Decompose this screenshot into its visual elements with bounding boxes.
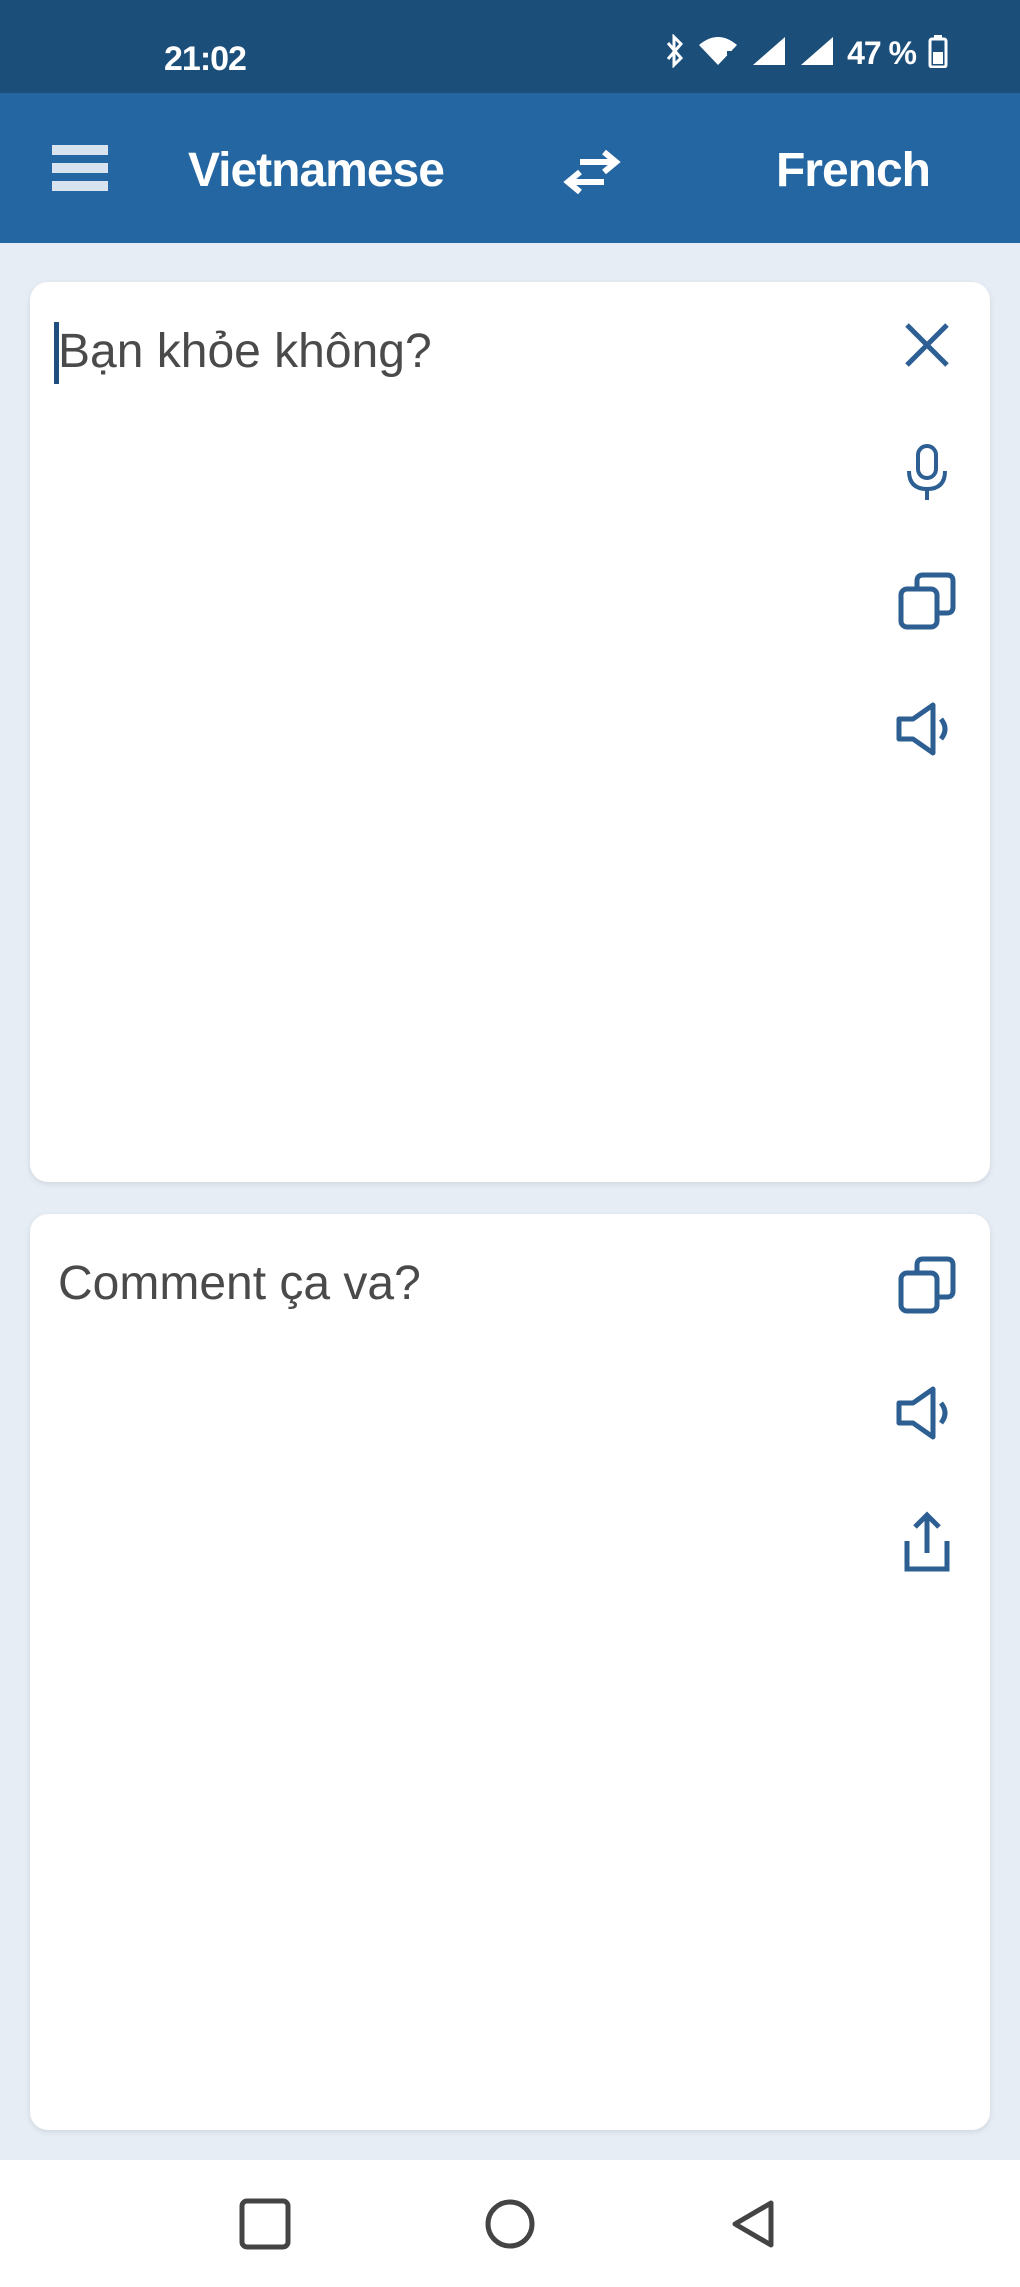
translation-card: Comment ça va? bbox=[30, 1214, 990, 2130]
wifi-icon bbox=[697, 35, 739, 72]
home-icon[interactable] bbox=[478, 2192, 542, 2256]
speaker-icon[interactable] bbox=[892, 694, 962, 764]
signal-icon bbox=[799, 35, 835, 72]
menu-icon[interactable] bbox=[52, 145, 108, 191]
back-icon[interactable] bbox=[722, 2192, 786, 2256]
source-text-input[interactable]: Bạn khỏe không? bbox=[58, 324, 858, 379]
source-text-card: Bạn khỏe không? bbox=[30, 282, 990, 1182]
microphone-icon[interactable] bbox=[892, 438, 962, 508]
close-icon[interactable] bbox=[892, 310, 962, 380]
speaker-icon[interactable] bbox=[892, 1378, 962, 1448]
signal-icon bbox=[751, 35, 787, 72]
bluetooth-icon bbox=[665, 33, 685, 73]
target-language-selector[interactable]: French bbox=[776, 143, 931, 198]
share-icon[interactable] bbox=[892, 1508, 962, 1578]
recents-icon[interactable] bbox=[233, 2192, 297, 2256]
battery-percentage: 47 % bbox=[847, 35, 917, 71]
status-time: 21:02 bbox=[164, 40, 247, 78]
app-bar: Vietnamese French bbox=[0, 93, 1020, 243]
translated-text: Comment ça va? bbox=[58, 1257, 421, 1310]
swap-icon[interactable] bbox=[560, 148, 624, 196]
battery-icon bbox=[928, 34, 948, 73]
status-icons: 47 % bbox=[665, 33, 948, 73]
copy-icon[interactable] bbox=[892, 566, 962, 636]
system-navigation-bar bbox=[0, 2160, 1020, 2287]
copy-icon[interactable] bbox=[892, 1250, 962, 1320]
source-language-selector[interactable]: Vietnamese bbox=[188, 143, 445, 198]
status-bar: 21:02 47 % bbox=[0, 0, 1020, 93]
